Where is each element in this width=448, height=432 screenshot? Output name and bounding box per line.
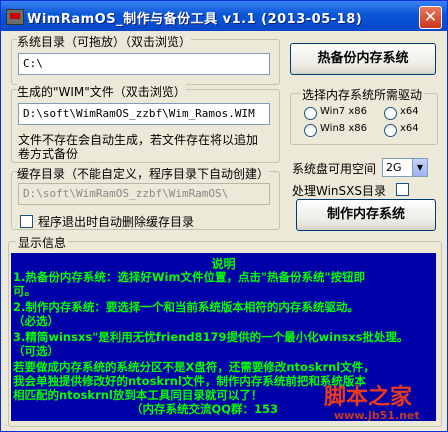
main-window: WimRamOS_制作与备份工具 v1.1 (2013-05-18) ✕ 系统目…: [0, 0, 448, 432]
free-space-label: 系统盘可用空间: [292, 162, 377, 176]
sys-dir-input[interactable]: C:\: [18, 53, 270, 75]
window-title: WimRamOS_制作与备份工具 v1.1 (2013-05-18): [27, 12, 363, 27]
chevron-down-icon: ▼: [412, 159, 427, 176]
radio-win7-x86[interactable]: [304, 107, 317, 120]
radio-win8-x64[interactable]: [384, 124, 397, 137]
info-line-10: （内存系统交流QQ群：153: [131, 402, 279, 416]
watermark-text: 脚本之家: [324, 385, 413, 410]
winsxs-label: 处理WinSXS目录: [292, 184, 386, 198]
radio-win7-x86-label: Win7 x86: [320, 106, 367, 117]
driver-group-label: 选择内存系统所需驱动: [300, 86, 425, 103]
delete-cache-checkbox[interactable]: [20, 215, 33, 228]
radio-win8-x64-label: x64: [400, 123, 419, 134]
hot-backup-button[interactable]: 热备份内存系统: [290, 43, 436, 75]
wim-note-line2: 卷方式备份: [18, 147, 79, 161]
title-bar[interactable]: WimRamOS_制作与备份工具 v1.1 (2013-05-18) ✕: [1, 1, 447, 31]
radio-win7-x64-label: x64: [400, 106, 419, 117]
radio-win7-x64[interactable]: [384, 107, 397, 120]
radio-win8-x86-label: Win8 x86: [320, 123, 367, 134]
free-space-select[interactable]: 2G ▼: [382, 158, 428, 177]
free-space-value: 2G: [386, 161, 402, 174]
info-line-1: 1.热备份内存系统：选择好Wim文件位置，点击"热备份系统"按钮即: [13, 270, 365, 284]
close-button[interactable]: ✕: [419, 6, 442, 29]
app-icon: [6, 9, 24, 25]
info-line-2: 可。: [13, 284, 36, 298]
radio-win8-x86[interactable]: [304, 124, 317, 137]
delete-cache-label: 程序退出时自动删除缓存目录: [38, 215, 195, 229]
info-group-label: 显示信息: [16, 234, 69, 251]
info-line-5: 3.精简winsxs"是利用无忧friend8179提供的一个最小化winsxs…: [13, 330, 409, 344]
info-line-6: （可选）: [13, 344, 59, 358]
wim-file-label: 生成的"WIM"文件（双击浏览）: [17, 83, 186, 100]
info-line-4: （必选）: [13, 314, 59, 328]
info-line-3: 2.制作内存系统：要选择一个和当前系统版本相符的内存系统驱动。: [13, 300, 359, 314]
make-system-button[interactable]: 制作内存系统: [296, 199, 436, 231]
watermark-url: www.jb51.net: [334, 409, 420, 422]
wim-file-input[interactable]: D:\soft\WimRamOS_zzbf\Wim_Ramos.WIM: [18, 103, 270, 125]
sys-dir-label: 系统目录（可拖放）（双击浏览）: [17, 33, 192, 50]
cache-dir-input: D:\soft\WimRamOS_zzbf\WimRamOS\: [18, 183, 270, 205]
winsxs-checkbox[interactable]: [396, 183, 409, 196]
client-area: 系统目录（可拖放）（双击浏览） C:\ 生成的"WIM"文件（双击浏览） D:\…: [4, 31, 444, 427]
cache-dir-label: 缓存目录（不能自定义，程序目录下自动创建）: [17, 165, 270, 182]
